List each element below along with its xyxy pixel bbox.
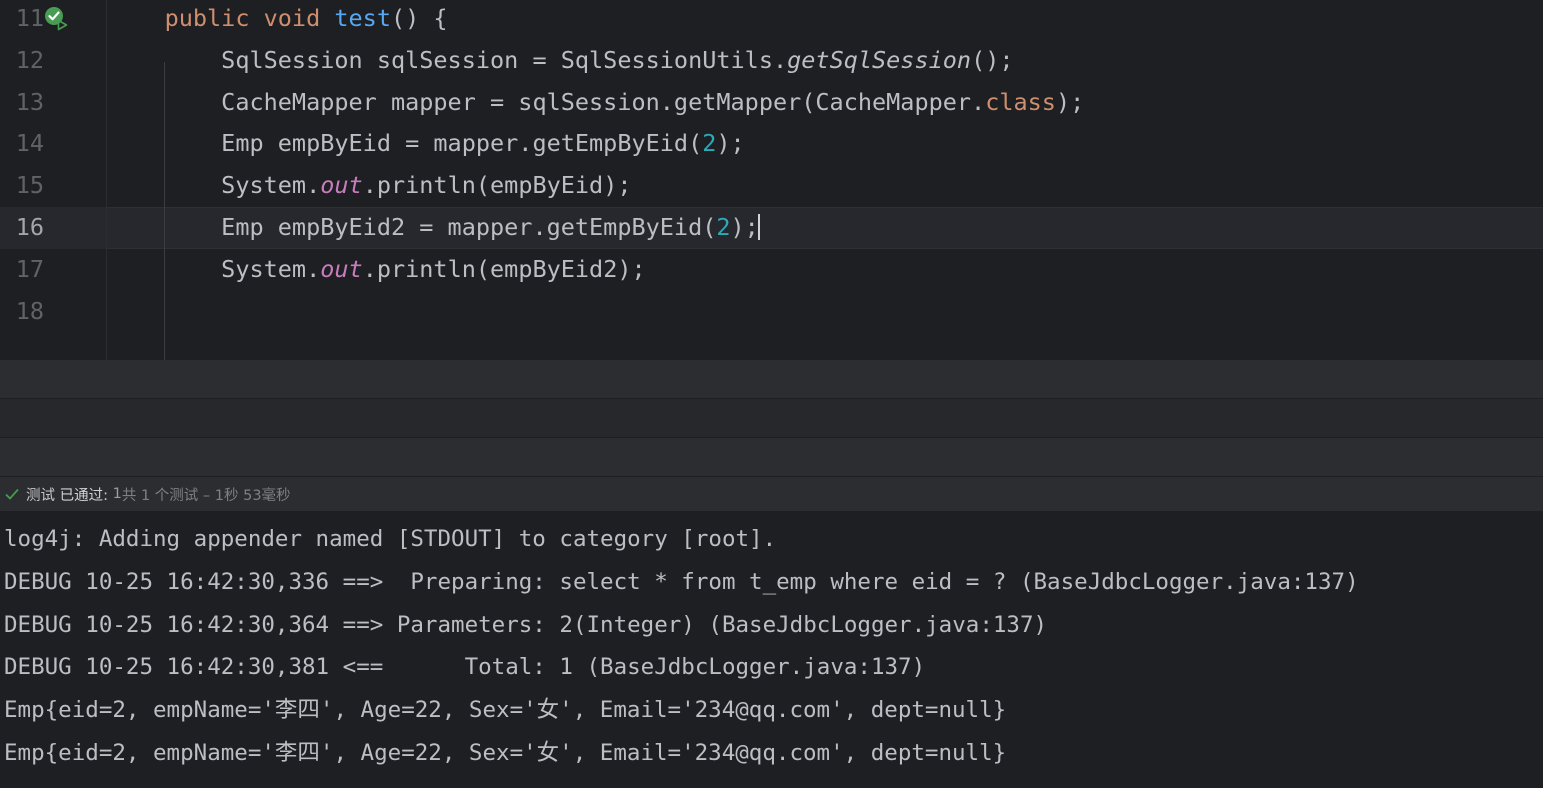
line-number: 13 xyxy=(16,82,44,124)
code-token: public xyxy=(165,4,250,32)
test-status-bar: 测试 已通过: 1 共 1 个测试 – 1秒 53毫秒 xyxy=(0,477,1543,512)
status-total-text: 共 1 个测试 – xyxy=(122,484,215,505)
text-caret xyxy=(758,214,760,240)
panel-band-1 xyxy=(0,360,1543,399)
console-line-list: log4j: Adding appender named [STDOUT] to… xyxy=(0,518,1543,775)
test-passed-run-icon[interactable] xyxy=(44,6,70,32)
code-line-15[interactable]: 15 System.out.println(empByEid); xyxy=(0,165,1543,207)
code-text: Emp empByEid2 = mapper.getEmpByEid(2); xyxy=(108,207,760,249)
code-line-12[interactable]: 12 SqlSession sqlSession = SqlSessionUti… xyxy=(0,40,1543,82)
code-editor[interactable]: 10 @Test11 public void test() {12 SqlSes… xyxy=(0,0,1543,360)
code-token: .println(empByEid2); xyxy=(363,255,646,283)
code-token xyxy=(249,4,263,32)
code-token: test xyxy=(334,4,391,32)
code-token: ); xyxy=(731,213,759,241)
code-line-14[interactable]: 14 Emp empByEid = mapper.getEmpByEid(2); xyxy=(0,123,1543,165)
code-token: System. xyxy=(108,255,320,283)
code-token: .println(empByEid); xyxy=(363,171,632,199)
code-token: getSqlSession xyxy=(787,46,971,74)
code-token: 2 xyxy=(716,213,730,241)
code-line-11[interactable]: 11 public void test() { xyxy=(0,0,1543,40)
line-number: 12 xyxy=(16,40,44,82)
code-token: class xyxy=(985,88,1056,116)
code-token: CacheMapper mapper = sqlSession.getMappe… xyxy=(108,88,985,116)
code-token: ); xyxy=(716,129,744,157)
code-token: (); xyxy=(971,46,1013,74)
console-output[interactable]: log4j: Adding appender named [STDOUT] to… xyxy=(0,512,1543,788)
gutter-11[interactable]: 11 xyxy=(0,0,106,40)
code-text: CacheMapper mapper = sqlSession.getMappe… xyxy=(108,82,1084,124)
gutter-12[interactable]: 12 xyxy=(0,40,106,82)
gutter-15[interactable]: 15 xyxy=(0,165,106,207)
code-token: ); xyxy=(1056,88,1084,116)
console-line: DEBUG 10-25 16:42:30,381 <== Total: 1 (B… xyxy=(0,646,1543,689)
code-line-17[interactable]: 17 System.out.println(empByEid2); xyxy=(0,249,1543,291)
status-passed-label: 已通过: xyxy=(60,484,113,505)
code-token: () { xyxy=(391,4,448,32)
gutter-separator xyxy=(106,0,107,360)
line-number: 18 xyxy=(16,291,44,333)
code-token xyxy=(108,4,165,32)
line-number: 11 xyxy=(16,0,44,40)
console-line: Emp{eid=2, empName='李四', Age=22, Sex='女'… xyxy=(0,732,1543,775)
console-line: Emp{eid=2, empName='李四', Age=22, Sex='女'… xyxy=(0,689,1543,732)
code-text: public void test() { xyxy=(108,0,448,40)
code-line-18[interactable]: 18 xyxy=(0,291,1543,333)
status-test-label: 测试 xyxy=(26,484,55,505)
console-line: log4j: Adding appender named [STDOUT] to… xyxy=(0,518,1543,561)
code-token: void xyxy=(264,4,321,32)
code-token xyxy=(320,4,334,32)
code-token: out xyxy=(320,255,362,283)
gutter-17[interactable]: 17 xyxy=(0,249,106,291)
console-line: DEBUG 10-25 16:42:30,364 ==> Parameters:… xyxy=(0,604,1543,647)
code-token: System. xyxy=(108,171,320,199)
code-token: SqlSession sqlSession = SqlSessionUtils. xyxy=(108,46,787,74)
code-text: SqlSession sqlSession = SqlSessionUtils.… xyxy=(108,40,1014,82)
gutter-16[interactable]: 16 xyxy=(0,207,106,249)
indent-guide xyxy=(164,62,165,360)
code-token: Emp empByEid = mapper.getEmpByEid( xyxy=(108,129,702,157)
line-number: 16 xyxy=(16,207,44,249)
status-duration: 1秒 53毫秒 xyxy=(215,484,291,505)
code-token: Emp empByEid2 = mapper.getEmpByEid( xyxy=(108,213,716,241)
line-number: 17 xyxy=(16,249,44,291)
code-text: System.out.println(empByEid); xyxy=(108,165,632,207)
gutter-18[interactable]: 18 xyxy=(0,291,106,333)
gutter-13[interactable]: 13 xyxy=(0,82,106,124)
code-line-13[interactable]: 13 CacheMapper mapper = sqlSession.getMa… xyxy=(0,82,1543,124)
gutter-14[interactable]: 14 xyxy=(0,123,106,165)
panel-band-3 xyxy=(0,438,1543,477)
console-line: DEBUG 10-25 16:42:30,336 ==> Preparing: … xyxy=(0,561,1543,604)
status-passed-count: 1 xyxy=(113,486,122,502)
line-number: 14 xyxy=(16,123,44,165)
code-text: System.out.println(empByEid2); xyxy=(108,249,646,291)
line-number: 15 xyxy=(16,165,44,207)
code-token: out xyxy=(320,171,362,199)
panel-band-2 xyxy=(0,399,1543,438)
editor-line-list: 10 @Test11 public void test() {12 SqlSes… xyxy=(0,0,1543,332)
code-token: 2 xyxy=(702,129,716,157)
code-text: Emp empByEid = mapper.getEmpByEid(2); xyxy=(108,123,745,165)
code-line-16[interactable]: 16 Emp empByEid2 = mapper.getEmpByEid(2)… xyxy=(0,207,1543,249)
checkmark-icon xyxy=(4,486,20,502)
